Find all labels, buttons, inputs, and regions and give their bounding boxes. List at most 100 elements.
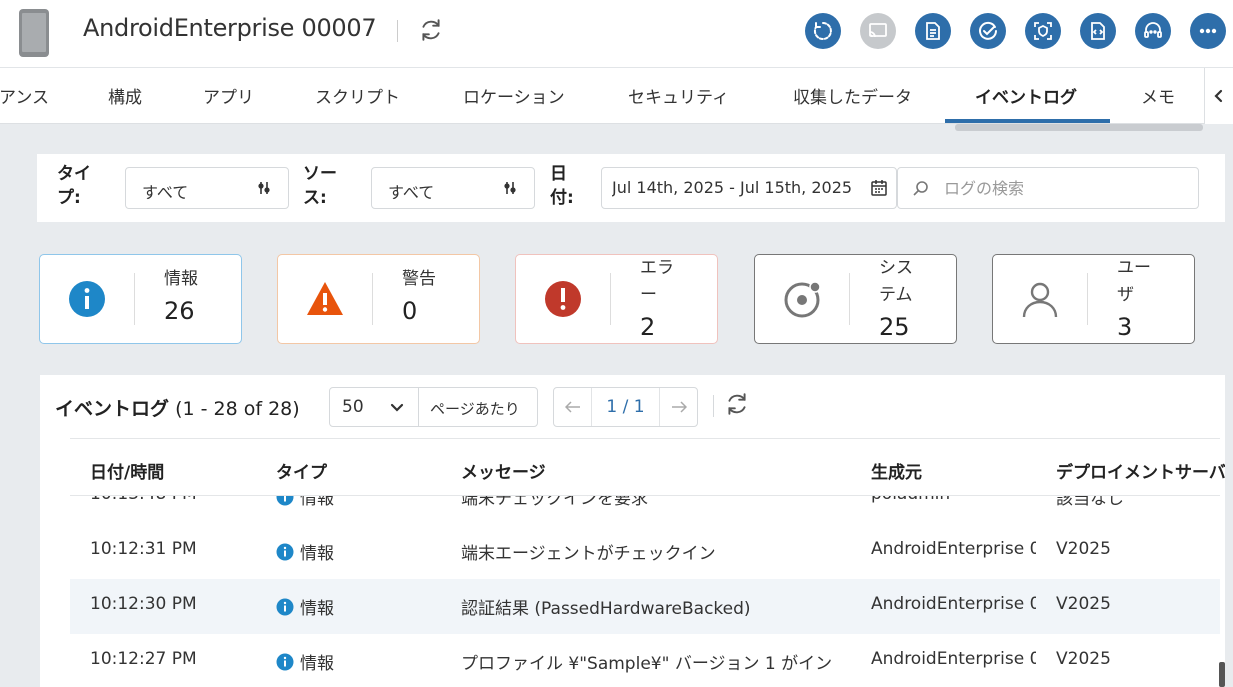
- row-server: V2025: [1056, 594, 1111, 614]
- table-scrollbar[interactable]: [1219, 662, 1225, 687]
- row-type-label: 情報: [300, 599, 334, 619]
- column-source[interactable]: 生成元: [871, 458, 922, 483]
- toolbar-divider: [713, 395, 714, 417]
- user-icon: [1022, 282, 1058, 318]
- row-message: プロファイル ¥"Sample¥" バージョン 1 がインストールされました: [461, 654, 831, 674]
- table-row[interactable]: 10:12:30 PM 情報 認証結果 (PassedHardwareBacke…: [70, 579, 1220, 634]
- tab-configuration[interactable]: 構成: [108, 83, 142, 108]
- log-search-input[interactable]: [944, 176, 1184, 200]
- system-summary-card[interactable]: システム 25: [754, 254, 957, 344]
- system-count: 25: [879, 313, 910, 341]
- search-icon: [913, 181, 928, 196]
- info-icon: [69, 281, 105, 317]
- warning-summary-card[interactable]: 警告 0: [277, 254, 480, 344]
- tab-collected-data[interactable]: 収集したデータ: [793, 83, 912, 108]
- user-summary-card[interactable]: ユーザ 3: [992, 254, 1195, 344]
- event-log-heading: イベントログ: [55, 398, 170, 420]
- row-type: 情報: [276, 594, 334, 619]
- row-server: 該当なし: [1056, 496, 1124, 509]
- user-count: 3: [1117, 313, 1133, 341]
- next-page-button[interactable]: [659, 388, 697, 426]
- warning-count: 0: [402, 297, 418, 325]
- table-row[interactable]: 10:13:48 PM 情報 端末チェックインを要求 poladmin 該当なし: [70, 496, 1220, 524]
- warning-label: 警告: [402, 269, 436, 289]
- tab-bar: アンス 構成 アプリ スクリプト ロケーション セキュリティ 収集したデータ イ…: [0, 68, 1233, 124]
- per-page-value: 50: [342, 397, 364, 417]
- support-button[interactable]: [1135, 13, 1171, 49]
- table-row[interactable]: 10:12:27 PM 情報 プロファイル ¥"Sample¥" バージョン 1…: [70, 634, 1220, 687]
- page-indicator: 1 / 1: [606, 397, 645, 417]
- row-type-label: 情報: [300, 654, 334, 674]
- checkin-button[interactable]: [970, 13, 1006, 49]
- tab-scripts[interactable]: スクリプト: [315, 83, 400, 108]
- scan-button[interactable]: [1025, 13, 1061, 49]
- support-headset-icon: [1144, 22, 1162, 38]
- tab-location[interactable]: ロケーション: [463, 83, 565, 108]
- device-header: AndroidEnterprise 00007: [0, 0, 1233, 68]
- tab-apps[interactable]: アプリ: [203, 83, 254, 108]
- row-source: AndroidEnterprise 00007: [871, 539, 1036, 559]
- card-divider: [372, 273, 373, 325]
- check-circle-icon: [979, 21, 997, 40]
- info-label: 情報: [164, 269, 198, 289]
- row-message: 端末エージェントがチェックイン: [461, 544, 716, 564]
- row-type-label: 情報: [300, 496, 334, 509]
- error-count: 2: [640, 313, 656, 341]
- script-file-icon: [1091, 22, 1105, 40]
- refresh-icon[interactable]: [418, 17, 444, 43]
- date-range-value: Jul 14th, 2025 - Jul 15th, 2025: [612, 178, 853, 197]
- tab-security[interactable]: セキュリティ: [628, 83, 729, 108]
- report-button[interactable]: [915, 13, 951, 49]
- row-server: V2025: [1056, 539, 1111, 559]
- refresh-log-icon[interactable]: [724, 391, 750, 417]
- column-deployment-server[interactable]: デプロイメントサーバ: [1056, 458, 1225, 483]
- column-type[interactable]: タイプ: [276, 458, 327, 483]
- filter-bar: タイプ: すべて ソース: すべて 日付: Jul 14th, 2025 - J…: [37, 154, 1225, 222]
- row-message: 認証結果 (PassedHardwareBacked): [461, 599, 751, 619]
- user-label: ユーザ: [1117, 258, 1151, 305]
- type-filter-label: タイプ:: [57, 164, 91, 208]
- system-icon: [784, 281, 821, 318]
- tab-scroll-left-button[interactable]: [1204, 68, 1233, 124]
- column-datetime[interactable]: 日付/時間: [90, 458, 164, 483]
- active-tab-indicator: [945, 119, 1110, 123]
- row-time: 10:12:31 PM: [90, 539, 197, 559]
- table-row[interactable]: 10:12:31 PM 情報 端末エージェントがチェックイン AndroidEn…: [70, 524, 1220, 579]
- event-log-range: (1 - 28 of 28): [175, 398, 300, 420]
- device-name: AndroidEnterprise 00007: [83, 14, 377, 42]
- more-button[interactable]: [1190, 13, 1226, 49]
- column-message[interactable]: メッセージ: [461, 458, 546, 483]
- tab-scrollbar[interactable]: [955, 124, 1203, 131]
- row-type-label: 情報: [300, 544, 334, 564]
- tab-notes[interactable]: メモ: [1141, 83, 1175, 108]
- prev-page-button[interactable]: [554, 388, 592, 426]
- scan-shield-icon: [1034, 22, 1052, 40]
- table-body: 10:13:48 PM 情報 端末チェックインを要求 poladmin 該当なし…: [70, 496, 1220, 687]
- date-range-picker[interactable]: Jul 14th, 2025 - Jul 15th, 2025: [601, 167, 897, 209]
- tab-compliance[interactable]: アンス: [0, 83, 49, 108]
- row-type: 情報: [276, 496, 334, 509]
- row-message: 端末チェックインを要求: [461, 496, 648, 509]
- log-search-box: [897, 167, 1199, 209]
- cast-button[interactable]: [860, 13, 896, 49]
- sync-button[interactable]: [805, 13, 841, 49]
- error-summary-card[interactable]: エラー 2: [515, 254, 718, 344]
- chevron-down-icon: [390, 403, 404, 412]
- card-divider: [1087, 273, 1088, 325]
- source-filter-select[interactable]: すべて: [371, 167, 535, 209]
- tab-event-log[interactable]: イベントログ: [975, 83, 1077, 108]
- error-label: エラー: [640, 258, 674, 305]
- phone-icon: [19, 9, 49, 57]
- cast-icon: [869, 23, 887, 38]
- info-summary-card[interactable]: 情報 26: [39, 254, 242, 344]
- sliders-icon: [258, 182, 270, 194]
- per-page-control: 50 ページあたり: [329, 387, 538, 427]
- type-filter-select[interactable]: すべて: [125, 167, 289, 209]
- row-time: 10:12:30 PM: [90, 594, 197, 614]
- per-page-select[interactable]: 50: [330, 388, 419, 426]
- script-button[interactable]: [1080, 13, 1116, 49]
- device-actions: [805, 13, 1226, 49]
- info-count: 26: [164, 297, 195, 325]
- calendar-icon: [871, 180, 887, 196]
- info-icon: [276, 543, 294, 560]
